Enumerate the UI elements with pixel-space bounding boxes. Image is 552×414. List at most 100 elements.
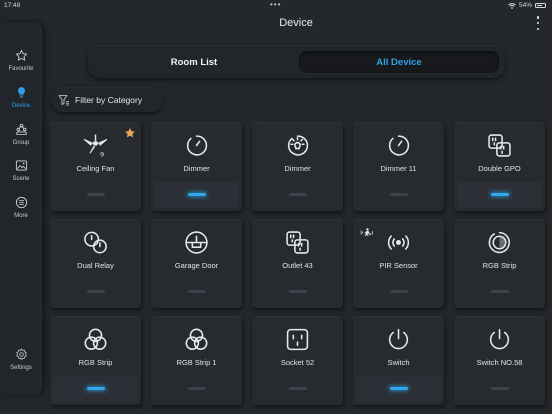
dimmer-bulb-icon: [287, 135, 309, 156]
toggle-indicator: [87, 290, 105, 293]
device-card[interactable]: Dimmer: [151, 122, 242, 211]
device-name: Switch: [387, 358, 410, 367]
device-card[interactable]: RGB Strip: [50, 316, 141, 405]
device-toggle[interactable]: [53, 182, 138, 208]
sidebar-item-label: Scene: [12, 176, 30, 182]
device-card[interactable]: Dual Relay: [50, 219, 141, 308]
double-gpo-icon: [488, 134, 511, 157]
device-card[interactable]: RGB Strip: [454, 219, 545, 308]
sidebar-item-label: Group: [12, 140, 30, 146]
device-card[interactable]: Garage Door: [151, 219, 242, 308]
sidebar: Favourite Device Group Scene More Settin…: [0, 22, 42, 395]
device-toggle[interactable]: [53, 279, 138, 305]
device-name: Dimmer: [284, 164, 311, 173]
device-card[interactable]: Socket 52: [252, 316, 343, 405]
device-toggle[interactable]: [154, 279, 239, 305]
device-card[interactable]: Double GPO: [454, 122, 545, 211]
garage-door-icon: [185, 231, 208, 254]
battery-icon: [535, 3, 546, 8]
toggle-indicator: [390, 387, 408, 390]
multitask-dots[interactable]: •••: [270, 0, 281, 9]
motion-icon: [360, 228, 373, 236]
device-card[interactable]: Dimmer 11: [353, 122, 444, 211]
device-name: Dimmer: [183, 164, 210, 173]
toggle-indicator: [188, 290, 206, 293]
device-toggle[interactable]: [457, 279, 542, 305]
device-card[interactable]: 9 Ceiling Fan: [50, 122, 141, 211]
toggle-indicator: [188, 193, 206, 196]
rgb-strip-icon: [488, 231, 510, 254]
group-icon: [15, 123, 27, 135]
device-toggle[interactable]: [356, 376, 441, 402]
gear-icon: [15, 348, 27, 360]
device-card[interactable]: Dimmer: [252, 122, 343, 211]
sidebar-item-scene[interactable]: Scene: [0, 156, 42, 190]
sidebar-item-label: More: [14, 213, 28, 219]
toggle-indicator: [87, 193, 105, 196]
device-card[interactable]: PIR Sensor: [353, 219, 444, 308]
toggle-indicator: [87, 387, 105, 390]
device-card[interactable]: Switch NO.58: [454, 316, 545, 405]
wifi-icon: [508, 2, 516, 9]
status-bar: 17:48 ••• 54%: [0, 0, 552, 12]
device-name: Dual Relay: [77, 261, 114, 270]
page-title: Device: [279, 17, 313, 29]
device-toggle[interactable]: [356, 279, 441, 305]
toggle-indicator: [289, 193, 307, 196]
favourite-star-icon[interactable]: [124, 127, 136, 139]
power-icon: [388, 328, 409, 350]
device-toggle[interactable]: [154, 182, 239, 208]
dual-relay-icon: [84, 231, 107, 254]
more-menu-button[interactable]: [535, 16, 541, 30]
sidebar-item-label: Settings: [10, 365, 32, 371]
tab-all-device[interactable]: All Device: [299, 51, 499, 73]
tab-room-list[interactable]: Room List: [94, 51, 294, 73]
toggle-indicator: [188, 387, 206, 390]
device-card[interactable]: RGB Strip 1: [151, 316, 242, 405]
filter-label: Filter by Category: [75, 94, 143, 105]
device-name: Double GPO: [478, 164, 521, 173]
device-name: Dimmer 11: [380, 164, 417, 173]
rgb-circles-icon: [185, 328, 208, 350]
toggle-indicator: [390, 193, 408, 196]
toggle-indicator: [289, 290, 307, 293]
sidebar-item-favourite[interactable]: Favourite: [0, 46, 42, 80]
battery-percent: 54%: [518, 2, 532, 9]
device-toggle[interactable]: [457, 182, 542, 208]
device-card[interactable]: Outlet 43: [252, 219, 343, 308]
star-icon: [15, 49, 27, 61]
device-name: RGB Strip 1: [176, 358, 217, 367]
power-icon: [489, 328, 510, 350]
device-name: Outlet 43: [282, 261, 313, 270]
device-toggle[interactable]: [255, 376, 340, 402]
sidebar-item-device[interactable]: Device: [0, 83, 42, 117]
device-card[interactable]: Switch: [353, 316, 444, 405]
device-toggle[interactable]: [255, 182, 340, 208]
device-name: RGB Strip: [482, 261, 517, 270]
device-toggle[interactable]: [255, 279, 340, 305]
filter-by-category-button[interactable]: Filter by Category: [51, 87, 163, 112]
pir-sensor-icon: [387, 235, 410, 250]
device-toggle[interactable]: [154, 376, 239, 402]
device-name: PIR Sensor: [379, 261, 418, 270]
sidebar-item-group[interactable]: Group: [0, 120, 42, 154]
rgb-circles-icon: [84, 328, 107, 350]
filter-icon: [58, 94, 69, 105]
socket-icon: [286, 328, 309, 351]
device-toggle[interactable]: [53, 376, 138, 402]
device-name: Switch NO.58: [476, 358, 523, 367]
sidebar-item-label: Favourite: [8, 66, 34, 72]
bulb-icon: [17, 87, 25, 98]
toggle-indicator: [491, 290, 509, 293]
device-name: Ceiling Fan: [76, 164, 115, 173]
sidebar-item-label: Device: [11, 103, 31, 109]
device-toggle[interactable]: [356, 182, 441, 208]
ceiling-fan-icon: 9: [83, 134, 108, 158]
device-toggle[interactable]: [457, 376, 542, 402]
svg-text:9: 9: [100, 151, 104, 158]
dimmer-icon: [186, 135, 208, 156]
toggle-indicator: [491, 193, 509, 196]
sidebar-item-settings[interactable]: Settings: [0, 345, 42, 379]
view-segmented-control: Room List All Device: [88, 45, 505, 78]
sidebar-item-more[interactable]: More: [0, 193, 42, 227]
